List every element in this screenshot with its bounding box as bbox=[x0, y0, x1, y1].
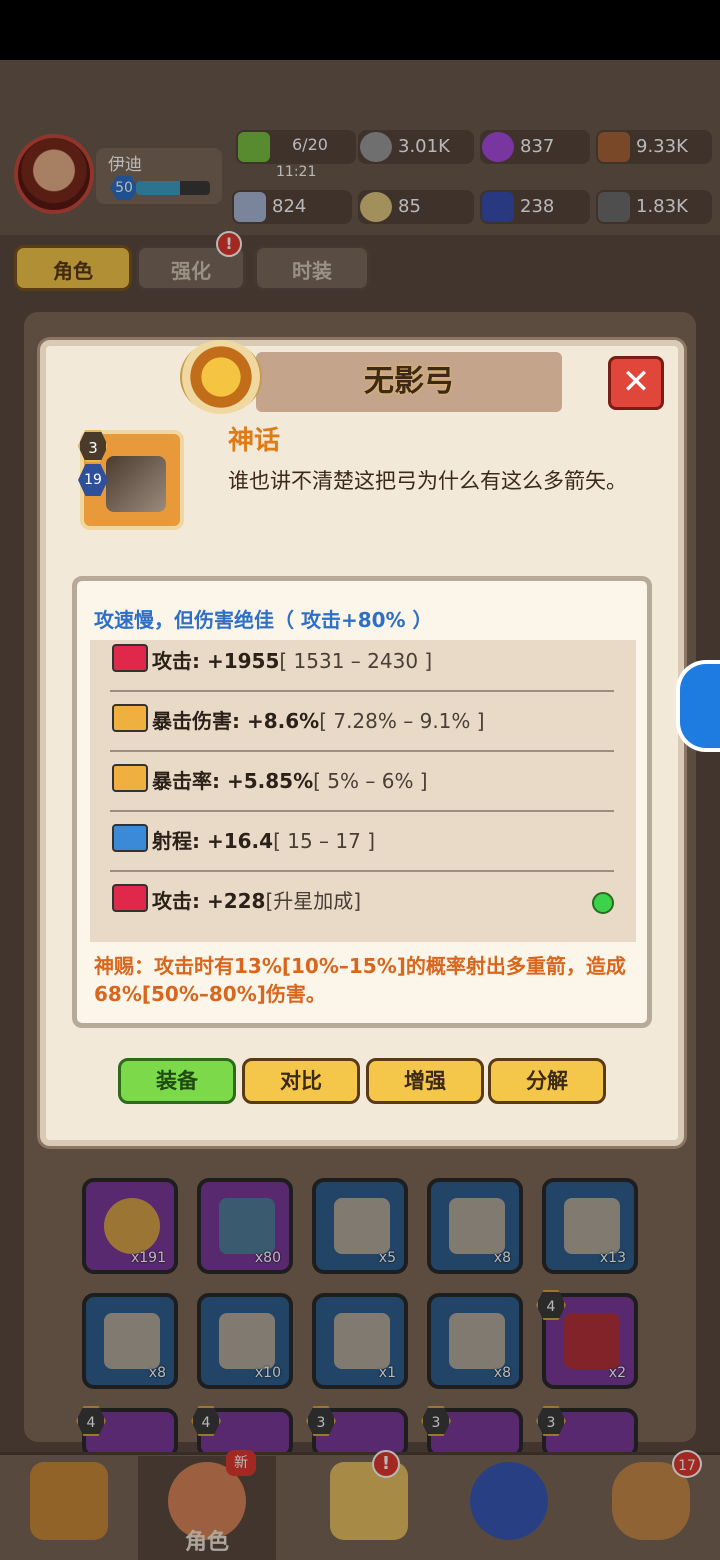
stat-range: [ 5% – 6% ] bbox=[313, 769, 428, 793]
blessing-text: 神赐：攻击时有13%[10%–15%]的概率射出多重箭，造成68%[50%–80… bbox=[94, 954, 626, 1006]
stat-range: [升星加成] bbox=[265, 889, 362, 913]
stats-heading: 攻速慢，但伤害绝佳（ 攻击+80% ） bbox=[94, 608, 433, 632]
attack-icon bbox=[112, 884, 148, 912]
equip-button[interactable]: 装备 bbox=[118, 1058, 236, 1104]
mythic-medal-icon bbox=[180, 340, 262, 414]
stat-row: 暴击率: +5.85%[ 5% – 6% ] bbox=[110, 752, 614, 812]
close-button[interactable]: ✕ bbox=[608, 356, 664, 410]
item-rarity: 神话 bbox=[228, 426, 281, 456]
enhance-button[interactable]: 增强 bbox=[366, 1058, 484, 1104]
stat-row: 射程: +16.4[ 15 – 17 ] bbox=[110, 812, 614, 872]
bow-icon bbox=[106, 456, 166, 512]
dismantle-button[interactable]: 分解 bbox=[488, 1058, 606, 1104]
attack-icon bbox=[112, 644, 148, 672]
compare-button[interactable]: 对比 bbox=[242, 1058, 360, 1104]
stat-range: [ 7.28% – 9.1% ] bbox=[319, 709, 485, 733]
stat-range: [ 15 – 17 ] bbox=[273, 829, 376, 853]
stat-range: [ 1531 – 2430 ] bbox=[279, 649, 433, 673]
stat-label: 射程: +16.4 bbox=[152, 829, 274, 853]
crit-damage-icon bbox=[112, 704, 148, 732]
stat-row: 攻击: +1955[ 1531 – 2430 ] bbox=[110, 632, 614, 692]
stat-row: 暴击伤害: +8.6%[ 7.28% – 9.1% ] bbox=[110, 692, 614, 752]
item-title: 无影弓 bbox=[364, 364, 454, 399]
status-bar bbox=[0, 0, 720, 60]
range-icon bbox=[112, 824, 148, 852]
stat-label: 攻击: +228 bbox=[152, 889, 266, 913]
active-indicator-icon bbox=[592, 892, 614, 914]
stat-row: 攻击: +228[升星加成] bbox=[110, 872, 614, 932]
game-screen: 伊迪 50 6/20 11:21 3.01K 837 9.33K 824 85 … bbox=[0, 0, 720, 1560]
stat-label: 暴击伤害: +8.6% bbox=[152, 709, 320, 733]
stat-label: 攻击: +1955 bbox=[152, 649, 280, 673]
item-description: 谁也讲不清楚这把弓为什么有这么多箭矢。 bbox=[228, 469, 627, 493]
crit-rate-icon bbox=[112, 764, 148, 792]
gamepad-icon bbox=[680, 664, 720, 748]
stat-label: 暴击率: +5.85% bbox=[152, 769, 314, 793]
